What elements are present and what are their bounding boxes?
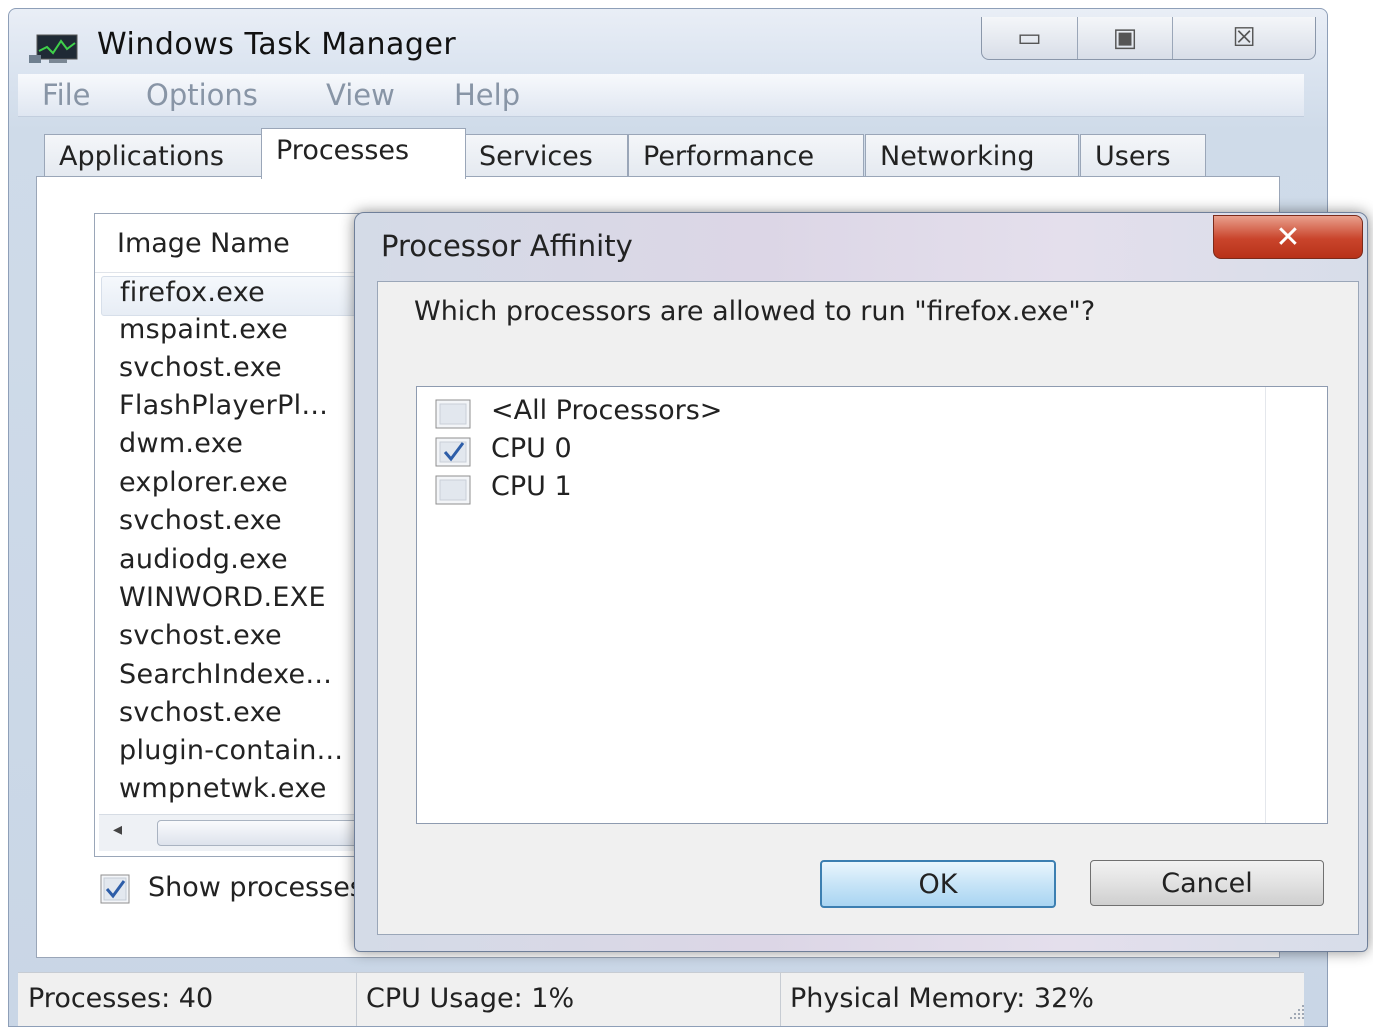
process-name: svchost.exe — [119, 620, 282, 651]
process-name: wmpnetwk.exe — [119, 773, 327, 804]
processor-list: <All Processors> CPU 0 CPU 1 — [416, 386, 1328, 824]
table-row[interactable]: audiodg.exe — [101, 544, 391, 582]
dialog-title: Processor Affinity — [381, 229, 633, 263]
cancel-button[interactable]: Cancel — [1090, 860, 1324, 906]
process-name: SearchIndexe... — [119, 659, 333, 690]
table-row[interactable]: firefox.exe — [101, 276, 393, 316]
table-row[interactable]: svchost.exe — [101, 505, 391, 543]
process-name: svchost.exe — [119, 505, 282, 536]
close-icon: ☒ — [1232, 23, 1256, 53]
table-row[interactable]: wmpnetwk.exe — [101, 773, 391, 811]
process-name: plugin-contain... — [119, 735, 344, 766]
table-row[interactable]: mspaint.exe — [101, 314, 391, 352]
process-name: FlashPlayerPl... — [119, 390, 329, 421]
cpu-0-checkbox[interactable] — [435, 437, 471, 467]
cpu-1-checkbox[interactable] — [435, 475, 471, 505]
ok-button[interactable]: OK — [820, 860, 1056, 908]
process-name: explorer.exe — [119, 467, 289, 498]
table-row[interactable]: svchost.exe — [101, 697, 391, 735]
status-bar: Processes: 40 CPU Usage: 1% Physical Mem… — [18, 972, 1304, 1026]
minimize-icon: ▭ — [1017, 23, 1042, 53]
process-name: firefox.exe — [120, 277, 266, 308]
close-button[interactable]: ☒ — [1173, 17, 1315, 59]
tab-applications[interactable]: Applications — [44, 134, 262, 177]
option-label: CPU 1 — [491, 471, 572, 502]
process-name: mspaint.exe — [119, 314, 289, 345]
horizontal-scrollbar[interactable]: ◂ — [99, 814, 395, 851]
tab-processes[interactable]: Processes — [261, 128, 466, 179]
table-row[interactable]: SearchIndexe... — [101, 659, 391, 697]
table-row[interactable]: svchost.exe — [101, 352, 391, 390]
process-name: svchost.exe — [119, 697, 282, 728]
status-processes: Processes: 40 — [18, 973, 357, 1026]
tab-users[interactable]: Users — [1080, 134, 1206, 177]
option-label: <All Processors> — [491, 395, 723, 426]
menu-view[interactable]: View — [326, 78, 395, 112]
dialog-close-button[interactable]: ✕ — [1213, 215, 1363, 259]
tab-performance[interactable]: Performance — [628, 134, 864, 177]
tab-networking[interactable]: Networking — [865, 134, 1079, 177]
maximize-icon: ▣ — [1112, 23, 1138, 53]
column-header-image-name[interactable]: Image Name — [95, 214, 395, 273]
menu-help[interactable]: Help — [454, 78, 520, 112]
menu-options[interactable]: Options — [146, 78, 258, 112]
show-all-users-checkbox[interactable] — [100, 874, 130, 904]
menu-bar: File Options View Help — [18, 74, 1304, 117]
process-name: audiodg.exe — [119, 544, 288, 575]
status-cpu: CPU Usage: 1% — [356, 973, 781, 1026]
maximize-button[interactable]: ▣ — [1078, 17, 1174, 59]
list-divider — [1265, 387, 1266, 823]
status-memory: Physical Memory: 32% — [780, 973, 1304, 1026]
resize-grip-icon[interactable] — [1286, 1001, 1306, 1021]
option-label: CPU 0 — [491, 433, 572, 464]
processes-count: Processes: 40 — [28, 983, 214, 1014]
process-list[interactable]: Image Name firefox.exe mspaint.exe svcho… — [94, 213, 396, 857]
table-row[interactable]: plugin-contain... — [101, 735, 391, 773]
table-row[interactable]: svchost.exe — [101, 620, 391, 658]
physical-memory: Physical Memory: 32% — [790, 983, 1094, 1014]
process-name: dwm.exe — [119, 428, 244, 459]
table-row[interactable]: explorer.exe — [101, 467, 391, 505]
table-row[interactable]: dwm.exe — [101, 428, 391, 466]
processor-affinity-dialog: Processor Affinity ✕ Which processors ar… — [354, 212, 1368, 952]
task-manager-icon — [29, 34, 78, 63]
menu-file[interactable]: File — [42, 78, 91, 112]
column-header-label: Image Name — [117, 228, 290, 259]
table-row[interactable]: WINWORD.EXE — [101, 582, 391, 620]
process-name: svchost.exe — [119, 352, 282, 383]
caption-buttons: ▭ ▣ ☒ — [981, 17, 1316, 60]
process-name: WINWORD.EXE — [119, 582, 326, 613]
scroll-left-icon[interactable]: ◂ — [113, 819, 122, 840]
tab-services[interactable]: Services — [464, 134, 628, 177]
dialog-question: Which processors are allowed to run "fir… — [414, 296, 1096, 327]
window-title: Windows Task Manager — [97, 27, 457, 62]
dialog-body: Which processors are allowed to run "fir… — [377, 281, 1359, 935]
all-processors-checkbox[interactable] — [435, 399, 471, 429]
cpu-usage: CPU Usage: 1% — [366, 983, 575, 1014]
minimize-button[interactable]: ▭ — [982, 17, 1078, 59]
close-icon: ✕ — [1275, 219, 1301, 255]
table-row[interactable]: FlashPlayerPl... — [101, 390, 391, 428]
